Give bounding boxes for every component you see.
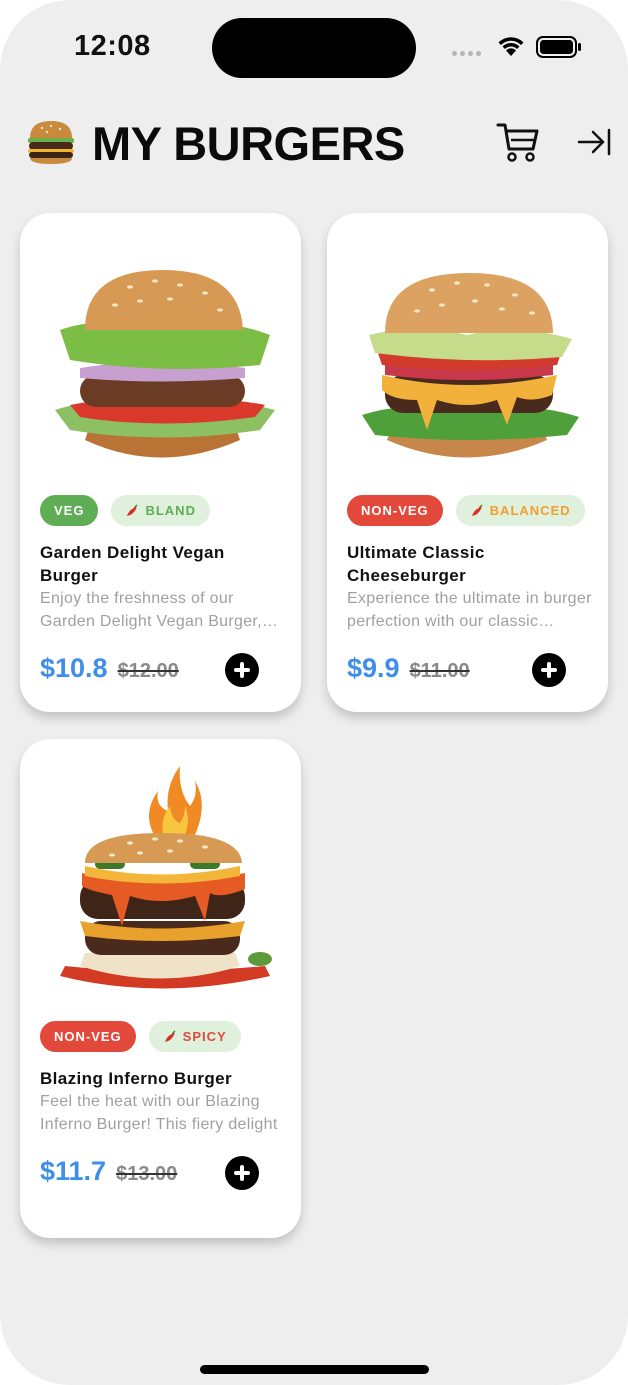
battery-icon bbox=[536, 36, 581, 58]
burger-logo-icon bbox=[28, 121, 74, 164]
spice-tag-label: BLAND bbox=[145, 503, 196, 518]
dynamic-island bbox=[212, 18, 416, 78]
diet-tag-label: VEG bbox=[54, 503, 85, 518]
product-card[interactable]: VEG BLAND Garden Delight Vegan Burger En… bbox=[20, 213, 301, 712]
add-to-cart-button[interactable] bbox=[225, 653, 259, 687]
page-title: MY BURGERS bbox=[92, 117, 405, 170]
status-time: 12:08 bbox=[74, 30, 151, 62]
original-price: $11.00 bbox=[409, 660, 470, 682]
burger-image bbox=[362, 273, 579, 458]
spice-tag-label: BALANCED bbox=[489, 503, 571, 518]
wifi-icon bbox=[498, 37, 524, 56]
chili-pepper-icon bbox=[164, 1029, 176, 1042]
original-price: $13.00 bbox=[116, 1163, 178, 1185]
product-description: Enjoy the freshness of our Garden Deligh… bbox=[40, 590, 262, 630]
chili-pepper-icon bbox=[127, 503, 138, 516]
product-name: Garden Delight Vegan Burger bbox=[40, 543, 225, 585]
spice-tag: BLAND bbox=[111, 495, 210, 526]
product-name: Blazing Inferno Burger bbox=[40, 1069, 233, 1088]
burger-image bbox=[60, 766, 272, 989]
product-card[interactable]: NON-VEG SPICY Blazing Inferno Burger Fee… bbox=[20, 739, 301, 1238]
add-to-cart-button[interactable] bbox=[225, 1156, 259, 1190]
diet-tag: NON-VEG bbox=[347, 495, 443, 526]
logout-arrow-icon[interactable] bbox=[576, 124, 612, 160]
product-description: Experience the ultimate in burger perfec… bbox=[347, 590, 592, 630]
spice-tag-label: SPICY bbox=[182, 1029, 227, 1044]
spice-tag: BALANCED bbox=[455, 495, 585, 526]
product-price: $9.9 bbox=[347, 653, 400, 683]
diet-tag: NON-VEG bbox=[40, 1021, 136, 1052]
diet-tag: VEG bbox=[40, 495, 99, 526]
spice-tag: SPICY bbox=[148, 1021, 241, 1052]
diet-tag-label: NON-VEG bbox=[361, 503, 429, 518]
product-card[interactable]: NON-VEG BALANCED Ultimate Classic Cheese… bbox=[327, 213, 608, 712]
diet-tag-label: NON-VEG bbox=[54, 1029, 122, 1044]
app-screen: 12:08 MY BURGERS VEG BLAND Garden Deligh… bbox=[0, 0, 628, 1385]
product-name: Ultimate Classic Cheeseburger bbox=[347, 543, 485, 585]
product-price: $10.8 bbox=[40, 653, 108, 683]
cellular-signal-icon bbox=[452, 51, 481, 56]
chili-pepper-icon bbox=[471, 503, 483, 516]
original-price: $12.00 bbox=[117, 660, 179, 682]
product-price: $11.7 bbox=[40, 1156, 107, 1186]
cart-icon[interactable] bbox=[496, 121, 540, 163]
product-description: Feel the heat with our Blazing Inferno B… bbox=[40, 1093, 278, 1133]
home-indicator[interactable] bbox=[200, 1365, 429, 1374]
add-to-cart-button[interactable] bbox=[532, 653, 566, 687]
burger-image bbox=[55, 270, 275, 458]
